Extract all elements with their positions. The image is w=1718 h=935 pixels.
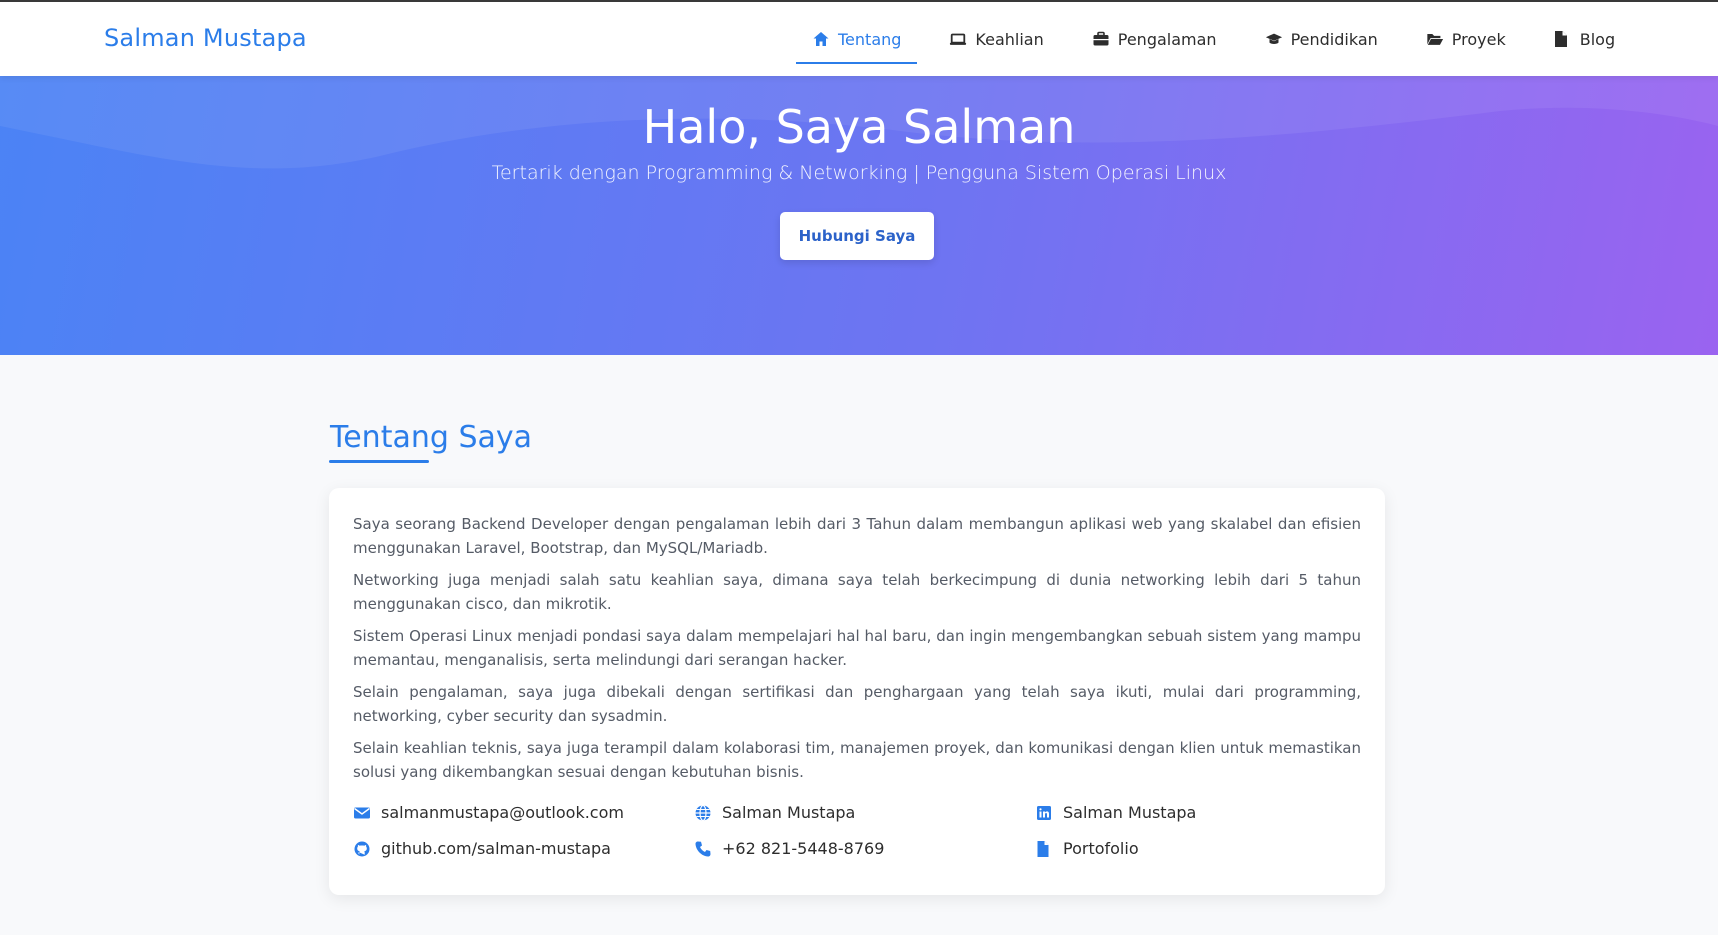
about-paragraphs: Saya seorang Backend Developer dengan pe…	[353, 512, 1361, 792]
about-paragraph: Selain pengalaman, saya juga dibekali de…	[353, 683, 1361, 725]
contact-linkedin-text: Salman Mustapa	[1063, 803, 1197, 822]
laptop-icon	[949, 30, 967, 48]
contact-github[interactable]: github.com/salman-mustapa	[353, 839, 611, 858]
nav-item-label: Pengalaman	[1117, 29, 1217, 49]
nav-menu: Tentang Keahlian Pengalaman Pendidikan P…	[796, 2, 1647, 76]
contact-linkedin[interactable]: Salman Mustapa	[1035, 803, 1196, 822]
about-paragraph: Selain keahlian teknis, saya juga teramp…	[353, 739, 1361, 781]
nav-item-label: Blog	[1579, 29, 1616, 49]
about-card: Saya seorang Backend Developer dengan pe…	[329, 488, 1385, 895]
contact-website-text: Salman Mustapa	[722, 803, 856, 822]
nav-item-blog[interactable]: Blog	[1538, 2, 1631, 76]
contact-me-button[interactable]: Hubungi Saya	[780, 212, 934, 260]
file-icon	[1035, 840, 1053, 858]
globe-icon	[694, 804, 712, 822]
nav-item-label: Tentang	[838, 29, 902, 49]
file-icon	[1554, 30, 1572, 48]
linkedin-icon	[1035, 804, 1053, 822]
briefcase-icon	[1092, 30, 1110, 48]
contact-email-text: salmanmustapa@outlook.com	[381, 803, 624, 822]
contact-portfolio-text: Portofolio	[1063, 839, 1139, 858]
nav-item-tentang[interactable]: Tentang	[796, 2, 918, 76]
section-title: Tentang Saya	[330, 420, 533, 455]
contact-email[interactable]: salmanmustapa@outlook.com	[353, 803, 624, 822]
section-title-underline	[329, 460, 429, 463]
nav-item-proyek[interactable]: Proyek	[1410, 2, 1522, 76]
contact-phone[interactable]: +62 821-5448-8769	[694, 839, 884, 858]
hero-section: Halo, Saya Salman Tertarik dengan Progra…	[0, 76, 1718, 355]
nav-item-keahlian[interactable]: Keahlian	[933, 2, 1059, 76]
nav-item-pengalaman[interactable]: Pengalaman	[1076, 2, 1233, 76]
brand-logo[interactable]: Salman Mustapa	[104, 24, 307, 52]
about-paragraph: Saya seorang Backend Developer dengan pe…	[353, 515, 1361, 557]
phone-icon	[694, 840, 712, 858]
nav-item-label: Pendidikan	[1290, 29, 1378, 49]
nav-item-pendidikan[interactable]: Pendidikan	[1249, 2, 1394, 76]
about-paragraph: Networking juga menjadi salah satu keahl…	[353, 571, 1361, 613]
about-paragraph: Sistem Operasi Linux menjadi pondasi say…	[353, 627, 1361, 669]
hero-title: Halo, Saya Salman	[642, 100, 1076, 154]
home-icon	[812, 30, 830, 48]
hero-subtitle: Tertarik dengan Programming & Networking…	[491, 162, 1227, 184]
envelope-icon	[353, 804, 371, 822]
nav-item-label: Keahlian	[975, 29, 1044, 49]
folder-open-icon	[1426, 30, 1444, 48]
github-icon	[353, 840, 371, 858]
contact-github-text: github.com/salman-mustapa	[381, 839, 611, 858]
graduation-cap-icon	[1265, 30, 1283, 48]
contact-website[interactable]: Salman Mustapa	[694, 803, 855, 822]
contact-phone-text: +62 821-5448-8769	[722, 839, 885, 858]
navbar: Salman Mustapa Tentang Keahlian Pengalam…	[0, 2, 1718, 76]
nav-item-label: Proyek	[1451, 29, 1506, 49]
contact-portfolio[interactable]: Portofolio	[1035, 839, 1139, 858]
